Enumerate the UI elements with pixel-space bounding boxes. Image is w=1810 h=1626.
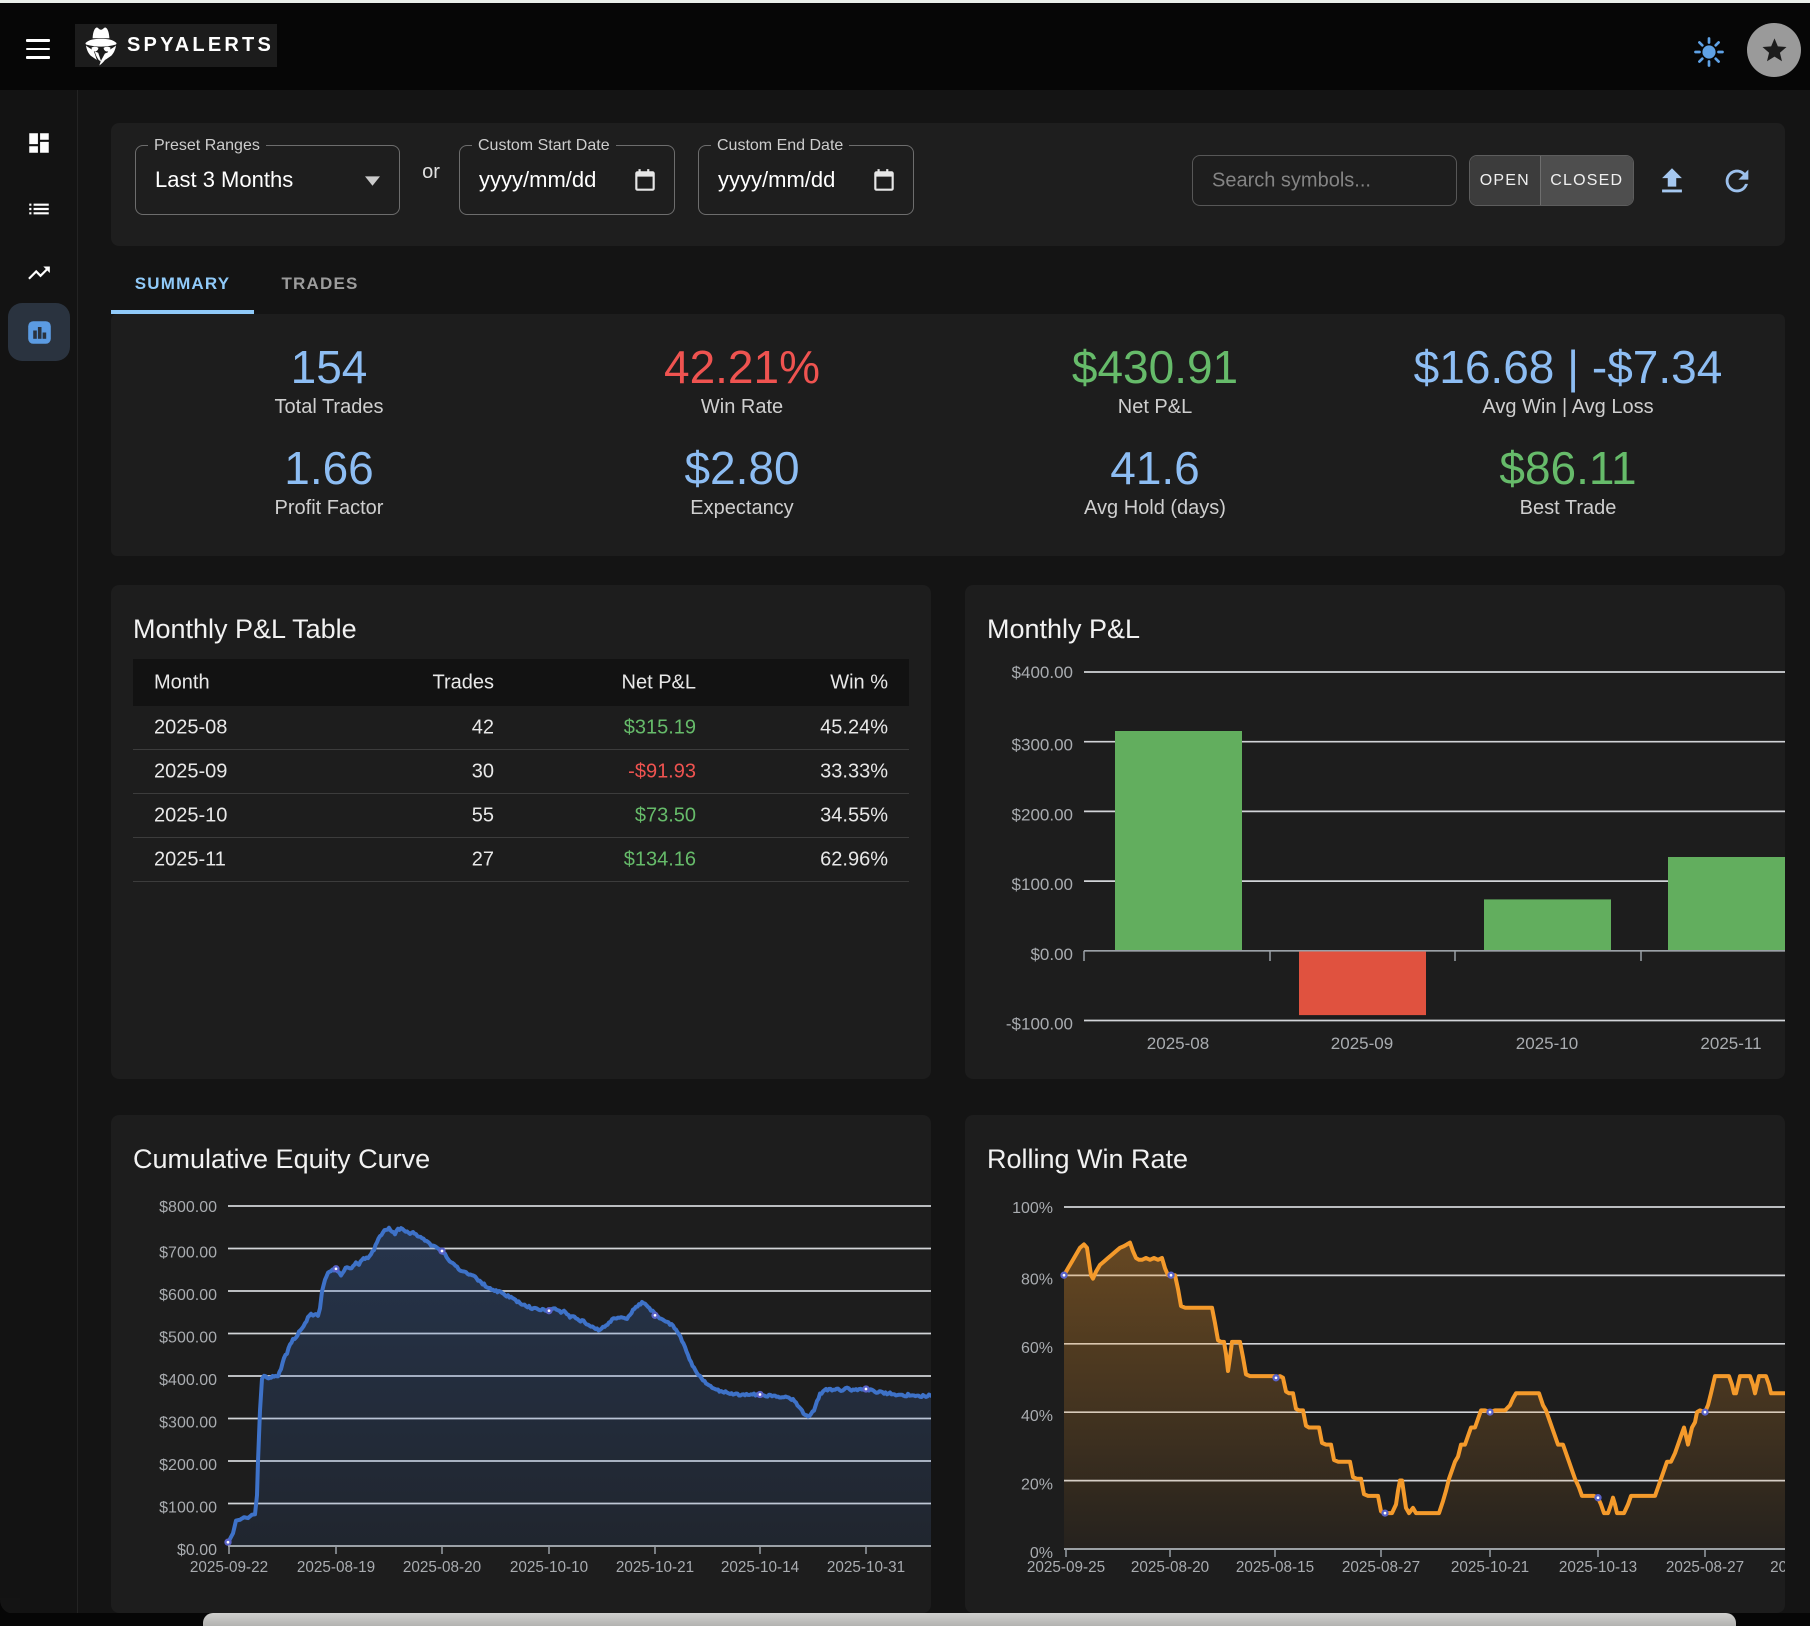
svg-text:$0.00: $0.00 (177, 1542, 217, 1559)
svg-text:2025-08-15: 2025-08-15 (1236, 1559, 1314, 1576)
svg-text:$300.00: $300.00 (1012, 736, 1073, 755)
svg-text:2025-10-13: 2025-10-13 (1559, 1559, 1637, 1576)
svg-text:60%: 60% (1021, 1340, 1053, 1357)
svg-text:100%: 100% (1012, 1200, 1053, 1217)
svg-text:2025-10-21: 2025-10-21 (616, 1559, 694, 1576)
svg-text:$200.00: $200.00 (159, 1457, 217, 1474)
svg-text:-$100.00: -$100.00 (1006, 1015, 1073, 1034)
svg-text:2025-10: 2025-10 (1516, 1034, 1578, 1053)
svg-text:$100.00: $100.00 (159, 1500, 217, 1517)
svg-text:$400.00: $400.00 (159, 1372, 217, 1389)
svg-text:2025-10-14: 2025-10-14 (721, 1559, 800, 1576)
svg-text:2025-08: 2025-08 (1147, 1034, 1209, 1053)
svg-text:2025-08-27: 2025-08-27 (1666, 1559, 1744, 1576)
svg-text:2025-09-2: 2025-09-2 (1770, 1559, 1785, 1576)
svg-text:2025-10-21: 2025-10-21 (1451, 1559, 1529, 1576)
svg-text:20%: 20% (1021, 1477, 1053, 1494)
svg-text:2025-09-25: 2025-09-25 (1027, 1559, 1105, 1576)
svg-text:$600.00: $600.00 (159, 1287, 217, 1304)
svg-text:$700.00: $700.00 (159, 1245, 217, 1262)
svg-text:2025-08-27: 2025-08-27 (1342, 1559, 1420, 1576)
svg-text:$200.00: $200.00 (1012, 805, 1073, 824)
svg-text:40%: 40% (1021, 1408, 1053, 1425)
svg-text:$400.00: $400.00 (1012, 663, 1073, 682)
svg-text:$0.00: $0.00 (1030, 945, 1073, 964)
svg-text:$800.00: $800.00 (159, 1199, 217, 1216)
svg-text:80%: 80% (1021, 1271, 1053, 1288)
svg-text:2025-09: 2025-09 (1331, 1034, 1393, 1053)
svg-text:2025-09-22: 2025-09-22 (190, 1559, 268, 1576)
svg-text:$300.00: $300.00 (159, 1415, 217, 1432)
svg-text:2025-08-20: 2025-08-20 (403, 1559, 481, 1576)
svg-text:$500.00: $500.00 (159, 1330, 217, 1347)
svg-text:2025-08-20: 2025-08-20 (1131, 1559, 1209, 1576)
svg-text:2025-08-19: 2025-08-19 (297, 1559, 375, 1576)
svg-text:$100.00: $100.00 (1012, 875, 1073, 894)
svg-text:2025-11: 2025-11 (1700, 1034, 1761, 1053)
svg-text:2025-10-10: 2025-10-10 (510, 1559, 588, 1576)
svg-text:2025-10-31: 2025-10-31 (827, 1559, 905, 1576)
